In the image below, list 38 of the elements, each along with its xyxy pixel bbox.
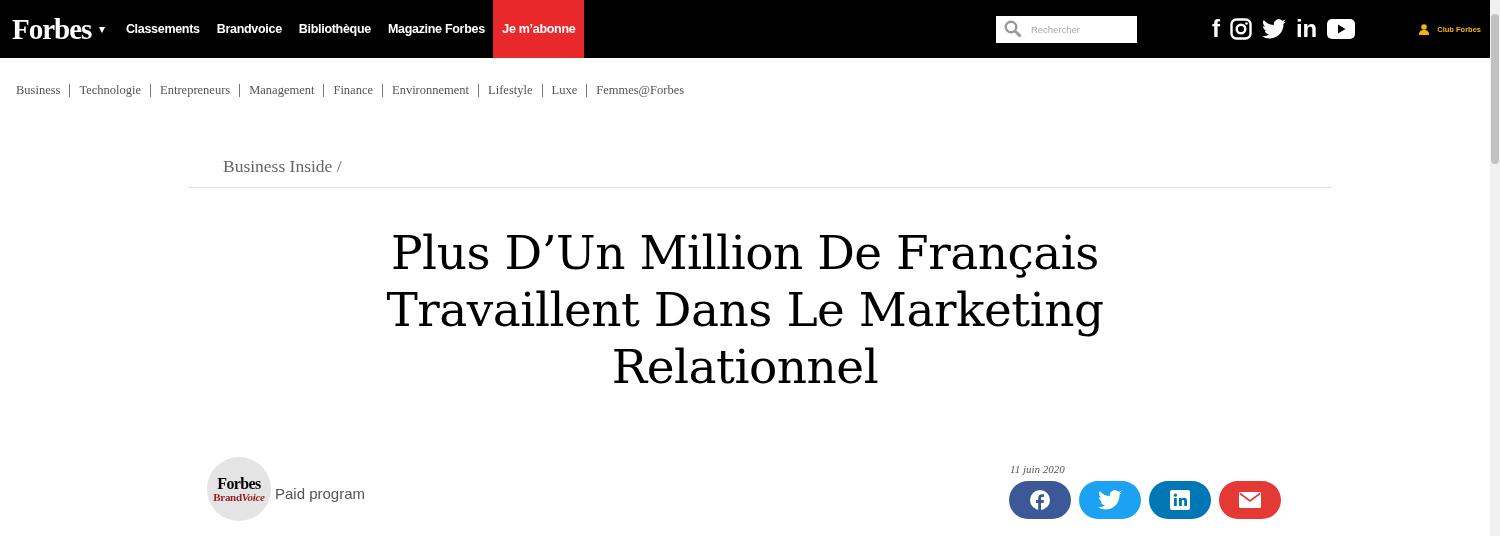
- search-field[interactable]: Rechercher: [995, 15, 1137, 43]
- subscribe-button[interactable]: Je m’abonne: [493, 0, 585, 58]
- envelope-icon: [1239, 492, 1261, 508]
- nav-link[interactable]: Classements: [117, 0, 209, 58]
- email-share-button[interactable]: [1219, 481, 1281, 519]
- instagram-icon[interactable]: [1229, 18, 1252, 40]
- nav-link[interactable]: Bibliothèque: [290, 0, 380, 58]
- facebook-link[interactable]: f: [1211, 17, 1220, 41]
- linkedin-share-button[interactable]: [1149, 481, 1211, 519]
- category-link[interactable]: Environnement: [392, 82, 470, 98]
- category-link[interactable]: Finance: [333, 82, 373, 98]
- article-title: Plus D’Un Million De Français Travaillent Dans Le Marketing Relationnel: [385, 224, 1105, 395]
- facebook-icon: [1030, 490, 1050, 510]
- search-icon: [1003, 19, 1022, 38]
- breadcrumb: Business Inside /: [189, 122, 1331, 188]
- user-icon[interactable]: [1419, 23, 1430, 35]
- twitter-icon: [1098, 490, 1122, 510]
- category-link[interactable]: Management: [249, 82, 315, 98]
- linkedin-link[interactable]: in: [1295, 17, 1318, 41]
- nav-link[interactable]: Magazine Forbes: [379, 0, 494, 58]
- nav-link[interactable]: Brandvoice: [208, 0, 291, 58]
- brandvoice-logo: Forbes BrandVoice: [207, 457, 271, 521]
- category-link[interactable]: Lifestyle: [488, 82, 533, 98]
- category-link[interactable]: Entrepreneurs: [160, 82, 231, 98]
- twitter-share-button[interactable]: [1079, 481, 1141, 519]
- scrollbar[interactable]: [1490, 0, 1500, 536]
- bird-icon[interactable]: [1261, 19, 1286, 39]
- category-link[interactable]: Luxe: [551, 82, 578, 98]
- paid-program-label: Paid program: [275, 484, 366, 502]
- category-link[interactable]: Business: [16, 82, 61, 98]
- play-icon[interactable]: [1327, 19, 1356, 39]
- publish-date: 11 juin 2020: [1010, 463, 1066, 475]
- category-link[interactable]: Technologie: [79, 82, 142, 98]
- category-link[interactable]: Femmes@Forbes: [596, 82, 685, 98]
- menu-caret[interactable]: ▾: [99, 22, 106, 36]
- logo[interactable]: Forbes: [12, 12, 92, 46]
- linkedin-icon: [1170, 490, 1190, 510]
- facebook-share-button[interactable]: [1009, 481, 1071, 519]
